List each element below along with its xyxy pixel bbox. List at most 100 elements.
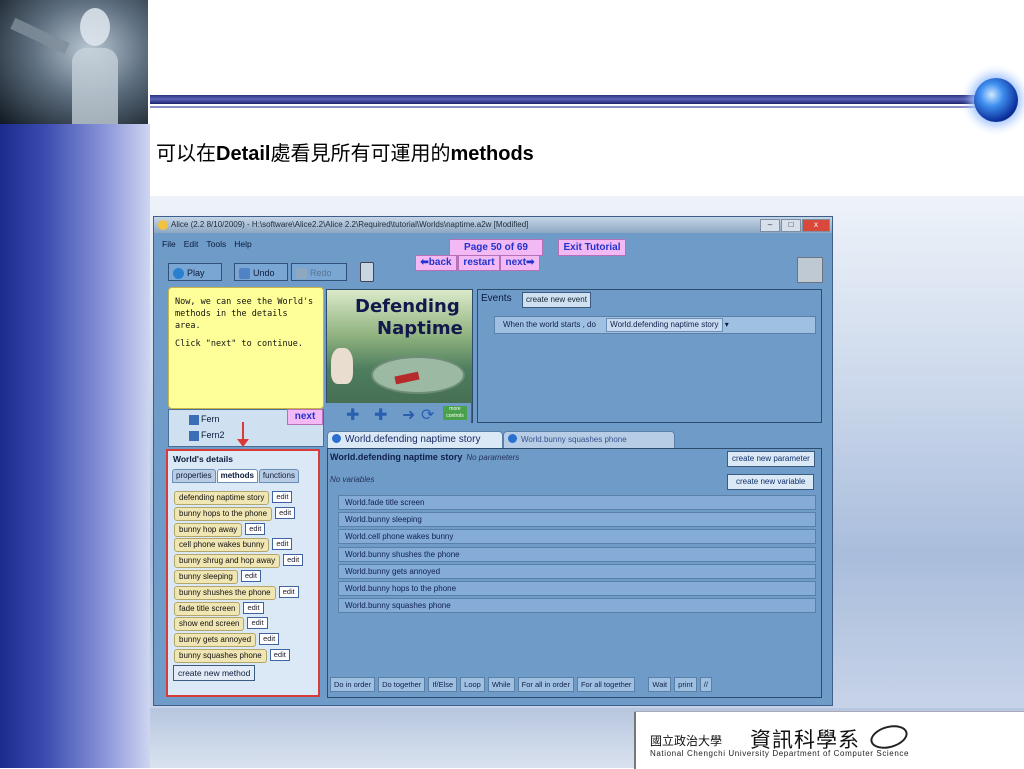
edit-method-button[interactable]: edit [272, 491, 293, 503]
tutorial-next-button[interactable]: next➡ [500, 255, 540, 271]
world-details-panel: World's details properties methods funct… [166, 449, 320, 697]
tutorial-note: Now, we can see the World's methods in t… [168, 287, 324, 409]
events-heading: Events [481, 293, 512, 304]
next-arrow-icon: ➡ [526, 257, 535, 268]
clipboard-icon[interactable] [797, 257, 823, 283]
note-next-button[interactable]: next [287, 409, 323, 425]
camera-tilt-icon[interactable]: ➜ [402, 405, 415, 425]
edit-method-button[interactable]: edit [272, 538, 293, 551]
editor-tab-bunny-squashes-phone[interactable]: World.bunny squashes phone [503, 431, 675, 449]
wait-tile[interactable]: Wait [648, 677, 672, 692]
if-else-tile[interactable]: If/Else [428, 677, 458, 692]
scene-title-line1: Defending [355, 296, 460, 317]
event-action[interactable]: World.defending naptime story [606, 318, 723, 332]
menu-bar: File Edit Tools Help [162, 239, 252, 249]
edit-method-button[interactable]: edit [245, 522, 266, 535]
create-new-event-button[interactable]: create new event [522, 292, 591, 308]
statement-row[interactable]: World.bunny gets annoyed [338, 563, 816, 579]
for-all-together-tile[interactable]: For all together [576, 677, 636, 692]
edit-method-button[interactable]: edit [240, 569, 261, 582]
loop-tile[interactable]: Loop [460, 677, 485, 692]
maximize-button[interactable]: □ [781, 219, 801, 232]
statement-row[interactable]: World.bunny sleeping [338, 512, 816, 528]
menu-help[interactable]: Help [234, 239, 251, 249]
object-tree-item-fern[interactable]: Fern [189, 414, 220, 425]
more-controls-button[interactable]: more controls [443, 406, 467, 420]
method-tile[interactable]: bunny squashes phone [174, 648, 267, 663]
menu-edit[interactable]: Edit [184, 239, 199, 249]
alice-window: Alice (2.2 8/10/2009) - H:\software\Alic… [153, 216, 833, 706]
camera-pan-icon[interactable]: ✚ [374, 405, 387, 425]
edit-method-button[interactable]: edit [259, 633, 280, 646]
back-arrow-icon: ⬅ [420, 257, 429, 268]
menu-file[interactable]: File [162, 239, 176, 249]
method-item: bunny sleeping edit [174, 566, 303, 584]
statement-row[interactable]: World.fade title screen [338, 495, 816, 510]
details-heading: World's details [173, 454, 233, 464]
edit-method-button[interactable]: edit [269, 648, 290, 661]
minimize-button[interactable]: – [760, 219, 780, 232]
method-item: cell phone wakes bunny edit [174, 534, 303, 553]
blue-orb-decoration [974, 78, 1018, 122]
footer-divider [634, 712, 636, 769]
method-item: fade title screen edit [174, 598, 303, 616]
university-name: 國立政治大學 [650, 734, 723, 748]
while-tile[interactable]: While [487, 677, 515, 692]
editor-tab-defending-naptime-story[interactable]: World.defending naptime story [327, 431, 503, 449]
play-button[interactable]: Play [168, 263, 222, 281]
event-row[interactable]: When the world starts , do World.defendi… [494, 316, 816, 334]
tutorial-restart-button[interactable]: restart [458, 255, 500, 271]
tutorial-note-text: Now, we can see the World's methods in t… [175, 297, 314, 331]
edit-method-button[interactable]: edit [243, 601, 264, 614]
camera-move-icon[interactable]: ✚ [346, 405, 359, 425]
method-item: bunny hop away edit [174, 519, 303, 537]
department-logo-icon [867, 721, 911, 753]
dropdown-icon[interactable]: ▾ [725, 320, 729, 329]
left-gradient-band [0, 124, 150, 768]
do-together-tile[interactable]: Do together [378, 677, 426, 692]
create-new-parameter-button[interactable]: create new parameter [727, 451, 815, 467]
method-signature: World.defending naptime story No paramete… [330, 452, 520, 462]
method-editor: World.defending naptime story No paramete… [327, 448, 822, 698]
exit-tutorial-button[interactable]: Exit Tutorial [558, 239, 626, 256]
for-all-in-order-tile[interactable]: For all in order [517, 677, 574, 692]
tutorial-back-button[interactable]: ⬅back [415, 255, 457, 271]
do-in-order-tile[interactable]: Do in order [330, 677, 376, 692]
menu-tools[interactable]: Tools [206, 239, 226, 249]
statement-row[interactable]: World.cell phone wakes bunny [338, 529, 816, 545]
undo-icon [239, 268, 250, 280]
statement-row[interactable]: World.bunny hops to the phone [338, 580, 816, 596]
method-item: defending naptime story edit [174, 487, 303, 505]
create-new-variable-button[interactable]: create new variable [727, 474, 815, 490]
statement-row[interactable]: World.bunny squashes phone [338, 598, 816, 614]
method-item: bunny hops to the phone edit [174, 503, 303, 521]
edit-method-button[interactable]: edit [278, 585, 299, 598]
header-rule [150, 95, 990, 104]
undo-button[interactable]: Undo [234, 263, 288, 281]
trash-icon[interactable] [360, 262, 374, 282]
method-item: bunny squashes phone edit [174, 645, 303, 663]
redo-button[interactable]: Redo [291, 263, 347, 281]
edit-method-button[interactable]: edit [275, 506, 296, 519]
camera-rotate-icon[interactable]: ⟳ [421, 405, 434, 425]
control-structures-bar: Do in order Do together If/Else Loop Whi… [330, 677, 712, 692]
header-rule-thin [150, 106, 980, 108]
method-list: defending naptime story edit bunny hops t… [174, 487, 304, 663]
object-tree-item-fern2[interactable]: Fern2 [189, 430, 225, 441]
method-item: bunny shrug and hop away edit [174, 550, 304, 569]
print-tile[interactable]: print [674, 677, 697, 692]
tab-properties[interactable]: properties [172, 469, 216, 483]
edit-method-button[interactable]: edit [247, 617, 268, 630]
close-button[interactable]: x [802, 219, 830, 232]
window-title: Alice (2.2 8/10/2009) - H:\software\Alic… [171, 220, 529, 229]
tab-methods[interactable]: methods [216, 469, 258, 483]
redo-icon [296, 268, 307, 280]
statement-row[interactable]: World.bunny shushes the phone [338, 546, 816, 562]
method-tab-icon [508, 434, 517, 443]
scene-title-line2: Naptime [377, 318, 463, 339]
tab-functions[interactable]: functions [258, 469, 299, 483]
edit-method-button[interactable]: edit [283, 554, 304, 567]
comment-tile[interactable]: // [699, 677, 712, 692]
highlight-arrow-head [237, 439, 249, 447]
create-new-method-button[interactable]: create new method [173, 665, 256, 681]
